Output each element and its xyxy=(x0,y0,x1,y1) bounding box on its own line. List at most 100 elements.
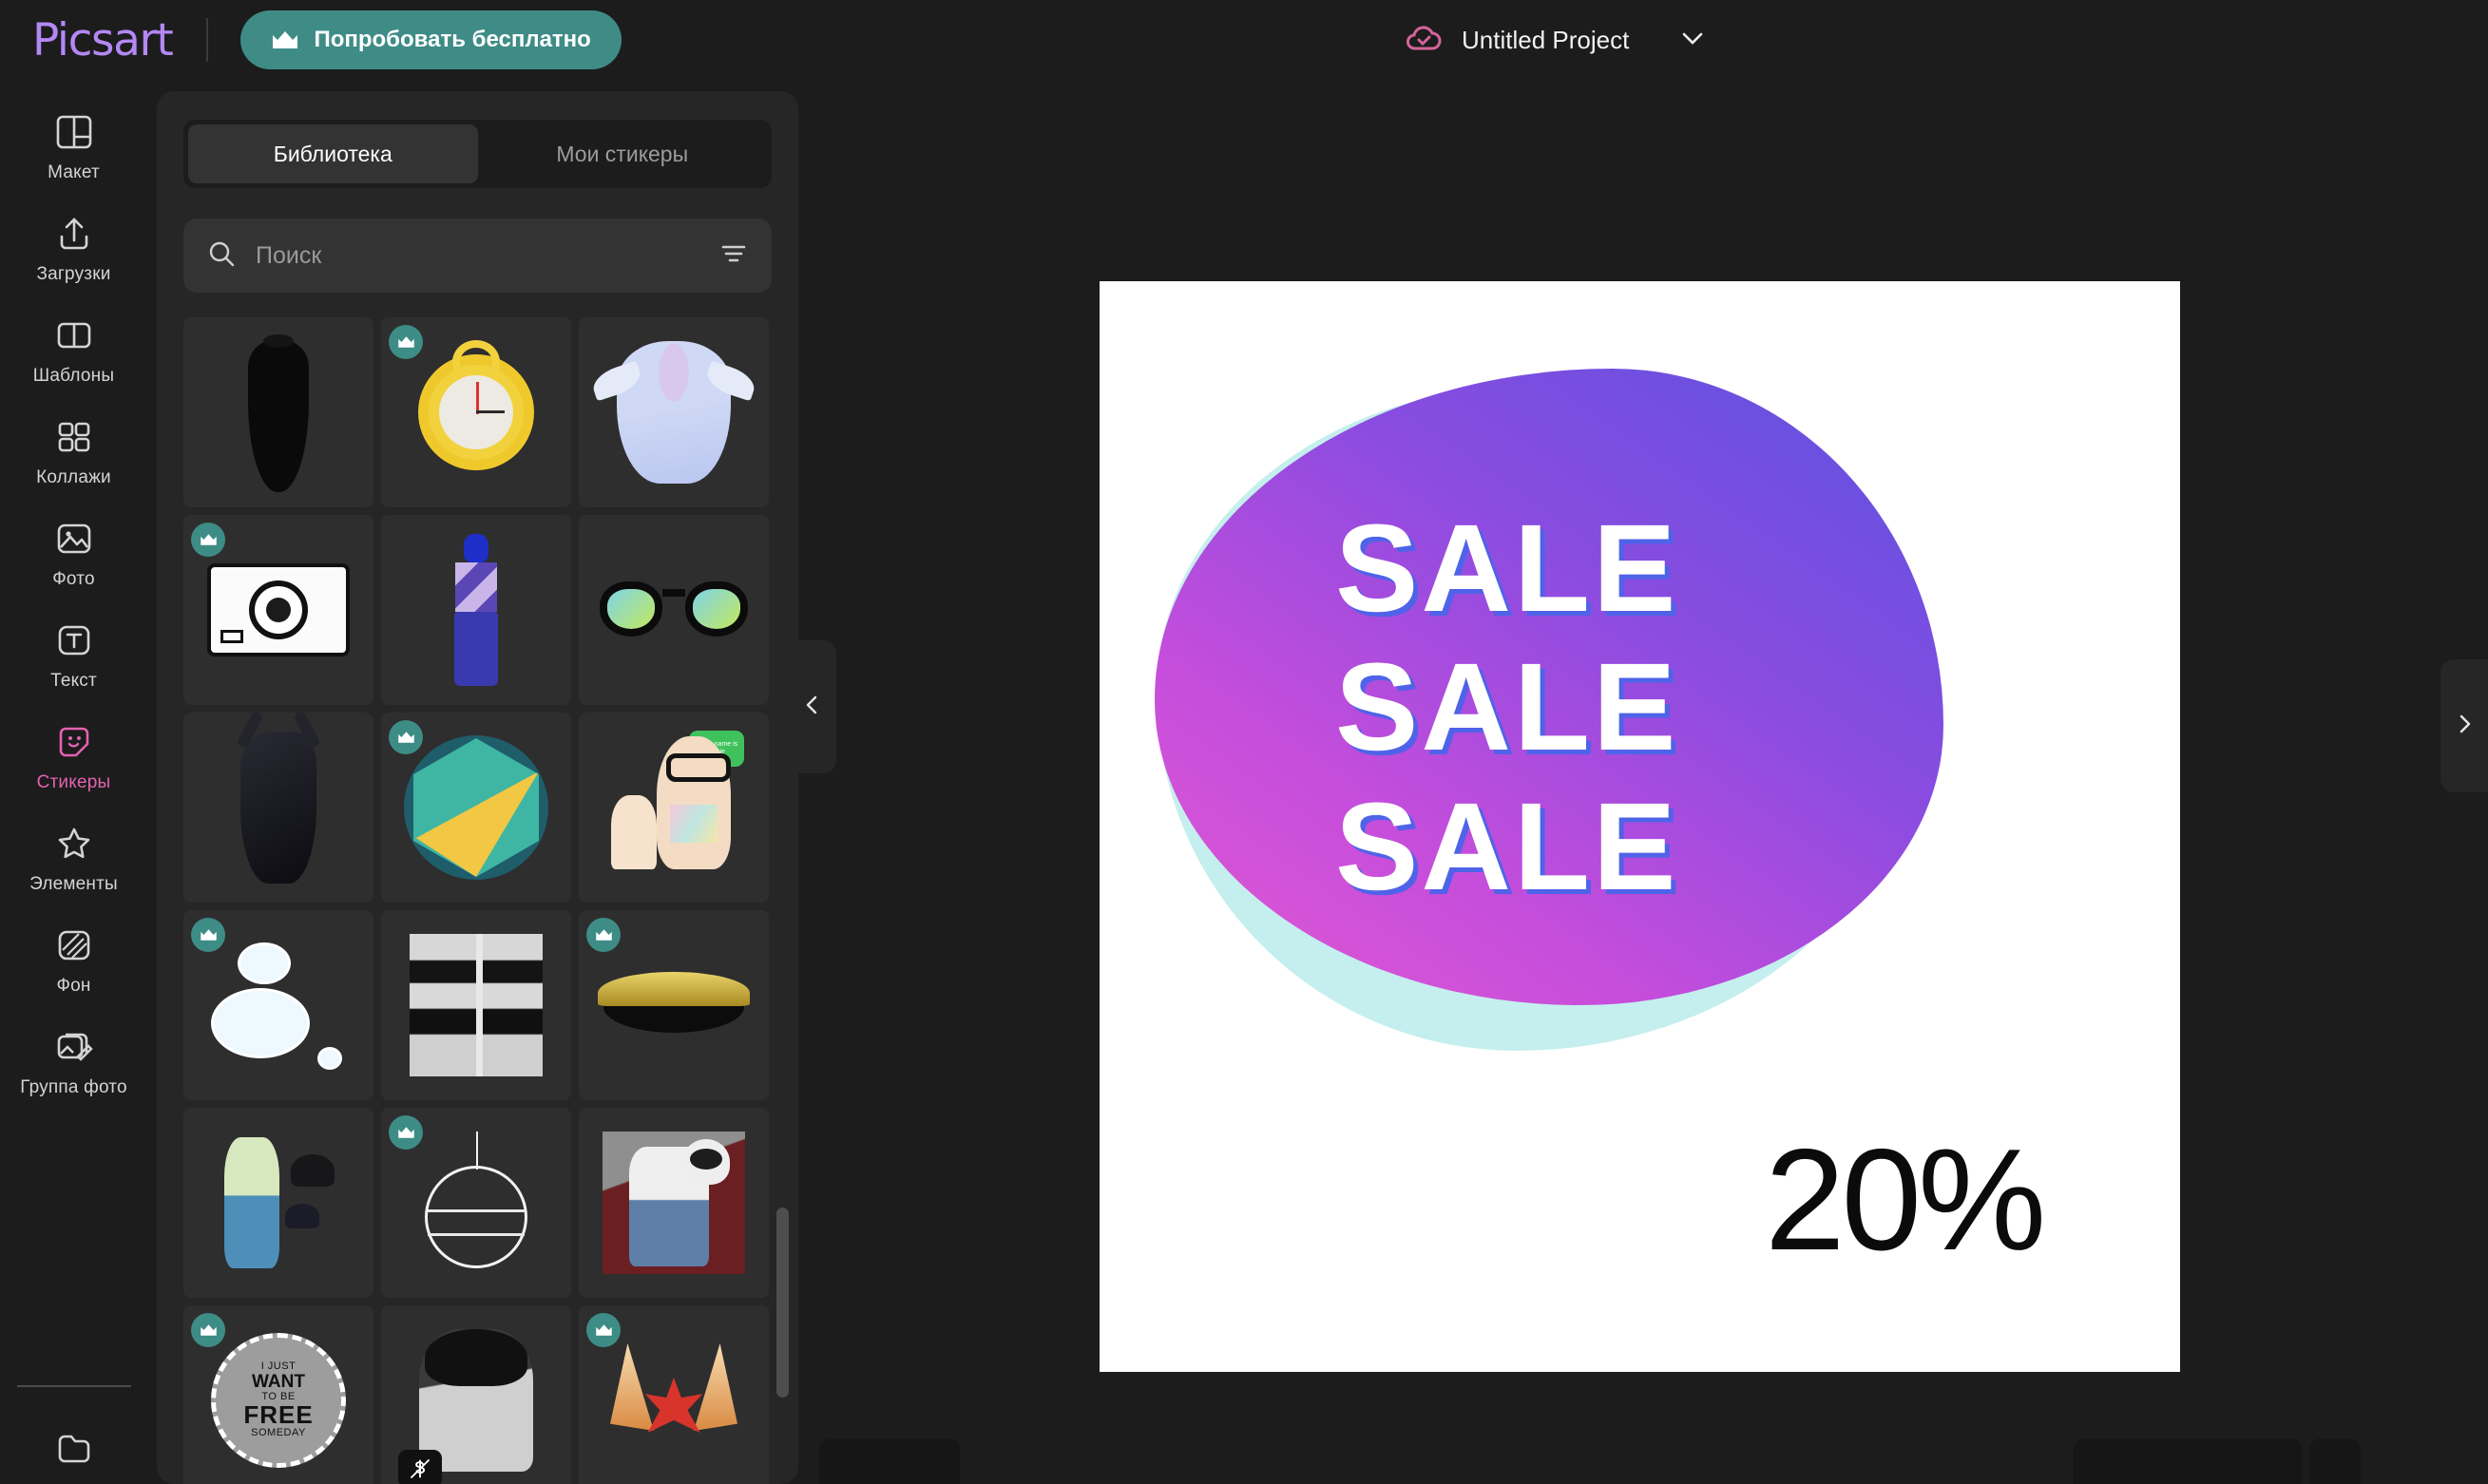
sticker-item-dancer[interactable] xyxy=(183,713,373,903)
sticker-item-mom-and-baby[interactable]: Hi my name is Lizzie xyxy=(579,713,769,903)
folder-icon xyxy=(52,1425,96,1469)
star-icon xyxy=(52,822,96,866)
chevron-left-icon xyxy=(800,693,825,722)
header-divider xyxy=(206,18,209,62)
design-canvas[interactable]: SALE SALE SALE 20% xyxy=(1100,281,2180,1372)
sidebar-item-label: Группа фото xyxy=(20,1077,127,1097)
sidebar-item-label: Шаблоны xyxy=(32,366,115,386)
sidebar-item-folder[interactable] xyxy=(3,1412,145,1484)
cloud-check-icon xyxy=(1405,22,1443,59)
sidebar-item-elements[interactable]: Элементы xyxy=(3,809,145,910)
sidebar-item-label: Фон xyxy=(56,976,91,996)
sidebar-item-label: Коллажи xyxy=(36,467,111,487)
sidebar-item-background[interactable]: Фон xyxy=(3,910,145,1012)
sale-text-line-3[interactable]: SALE xyxy=(1335,784,1678,908)
picsart-editor: Picsart Попробовать бесплатно Untitled P… xyxy=(0,0,2488,1484)
sticker-item-free-someday-badge[interactable]: I JUST WANT TO BE FREE SOMEDAY xyxy=(183,1305,373,1484)
project-title: Untitled Project xyxy=(1462,25,1630,54)
sticker-thumbnail: Hi my name is Lizzie xyxy=(579,713,769,903)
bottom-toolbar-left-control[interactable] xyxy=(819,1438,960,1484)
sidebar-divider xyxy=(16,1385,131,1387)
left-sidebar: Макет Загрузки Шаблоны Коллажи Фото Текс… xyxy=(0,80,147,1484)
sticker-item-anime-boy[interactable] xyxy=(381,1305,571,1484)
sticker-item-kid-with-hair-cutouts[interactable] xyxy=(183,1108,373,1298)
sale-text-line-1[interactable]: SALE xyxy=(1335,505,1678,630)
sticker-grid: Hi my name is Lizzie xyxy=(183,317,773,1484)
sticker-icon xyxy=(52,720,96,764)
stickers-panel: Библиотека Мои стикеры Поиск name is I J… xyxy=(157,91,798,1484)
sale-text-group[interactable]: SALE SALE SALE xyxy=(1335,505,1678,924)
background-hatch-icon xyxy=(52,923,96,967)
sidebar-item-label: Фото xyxy=(52,569,95,589)
sidebar-item-templates[interactable]: Шаблоны xyxy=(3,300,145,402)
project-selector[interactable]: Untitled Project xyxy=(1405,0,1709,80)
no-money-icon[interactable] xyxy=(398,1450,442,1484)
premium-crown-badge xyxy=(586,918,621,952)
crown-icon xyxy=(271,29,299,50)
sidebar-item-text[interactable]: Текст xyxy=(3,605,145,707)
premium-crown-badge xyxy=(191,523,225,557)
text-t-icon xyxy=(52,618,96,662)
sticker-thumbnail xyxy=(183,317,373,507)
grid-collage-icon xyxy=(52,415,96,459)
sticker-item-black-curly-hair[interactable] xyxy=(183,317,373,507)
upload-icon xyxy=(52,212,96,256)
sidebar-item-photo[interactable]: Фото xyxy=(3,504,145,605)
bottom-toolbar-right-control[interactable] xyxy=(2309,1438,2361,1484)
sticker-item-sketch-camera[interactable] xyxy=(183,515,373,705)
canvas-stage: SALE SALE SALE 20% xyxy=(789,80,2488,1484)
sidebar-item-layout[interactable]: Макет xyxy=(3,97,145,199)
sticker-item-sketch-ornament[interactable] xyxy=(381,1108,571,1298)
bottom-toolbar xyxy=(798,1417,2488,1484)
sidebar-item-uploads[interactable]: Загрузки xyxy=(3,199,145,300)
sale-text-line-2[interactable]: SALE xyxy=(1335,644,1678,769)
try-free-button[interactable]: Попробовать бесплатно xyxy=(240,10,622,69)
sticker-item-fox-ears-maple-leaf[interactable] xyxy=(579,1305,769,1484)
sidebar-item-photo-group[interactable]: Группа фото xyxy=(3,1012,145,1113)
templates-book-icon xyxy=(52,314,96,357)
picsart-logo[interactable]: Picsart xyxy=(32,14,174,67)
chevron-down-icon[interactable] xyxy=(1648,22,1709,59)
sidebar-bottom xyxy=(0,1385,147,1484)
layout-icon xyxy=(52,110,96,154)
sticker-item-sunglasses[interactable] xyxy=(579,515,769,705)
discount-percent-text[interactable]: 20% xyxy=(1765,1117,2046,1284)
collapse-panel-handle[interactable] xyxy=(789,640,836,773)
sidebar-item-stickers[interactable]: Стикеры xyxy=(3,707,145,809)
sticker-thumbnail xyxy=(579,515,769,705)
search-bar[interactable] xyxy=(183,219,772,293)
sidebar-item-label: Макет xyxy=(48,162,100,182)
sidebar-item-label: Стикеры xyxy=(36,772,111,792)
filter-icon[interactable] xyxy=(718,238,749,274)
photo-group-icon xyxy=(52,1025,96,1069)
sticker-thumbnail xyxy=(579,1108,769,1298)
sticker-item-person-blue-outfit[interactable] xyxy=(381,515,571,705)
chevron-right-icon xyxy=(2452,712,2477,741)
expand-right-panel-handle[interactable] xyxy=(2440,659,2488,792)
badge-line-5: SOMEDAY xyxy=(251,1427,306,1439)
sidebar-item-label: Текст xyxy=(50,671,97,691)
search-input[interactable] xyxy=(256,241,699,270)
tab-library[interactable]: Библиотека xyxy=(188,124,478,183)
sidebar-item-collages[interactable]: Коллажи xyxy=(3,402,145,504)
sidebar-item-label: Элементы xyxy=(29,874,118,894)
sticker-item-anime-angel-girl[interactable] xyxy=(579,317,769,507)
try-free-label: Попробовать бесплатно xyxy=(314,27,591,52)
premium-crown-badge xyxy=(389,325,423,359)
sticker-item-teal-yellow-hexagon[interactable] xyxy=(381,713,571,903)
sticker-item-house-floorplan[interactable] xyxy=(381,910,571,1100)
premium-crown-badge xyxy=(191,918,225,952)
badge-line-2: WANT xyxy=(252,1371,305,1392)
premium-crown-badge xyxy=(389,720,423,754)
premium-crown-badge xyxy=(191,1313,225,1347)
panel-scrollbar[interactable] xyxy=(776,1208,789,1398)
app-header: Picsart Попробовать бесплатно Untitled P… xyxy=(0,0,2488,80)
tab-my-stickers[interactable]: Мои стикеры xyxy=(478,124,768,183)
bottom-toolbar-zoom-control[interactable] xyxy=(2074,1438,2302,1484)
sticker-item-cat-head-girl[interactable] xyxy=(579,1108,769,1298)
premium-crown-badge xyxy=(586,1313,621,1347)
sticker-item-white-clouds[interactable] xyxy=(183,910,373,1100)
sticker-item-gold-eyeliner-eye[interactable] xyxy=(579,910,769,1100)
badge-line-4: FREE xyxy=(243,1400,314,1430)
sticker-item-yellow-stopwatch[interactable] xyxy=(381,317,571,507)
